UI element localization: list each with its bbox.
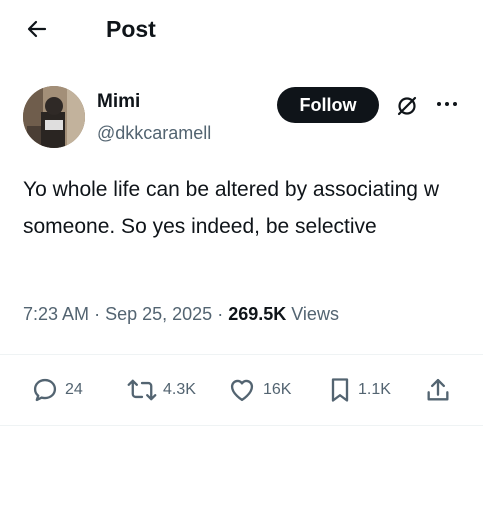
grok-button[interactable] (393, 92, 421, 120)
repost-button[interactable]: 4.3K (127, 374, 196, 406)
reply-button[interactable]: 24 (31, 374, 83, 406)
share-button[interactable] (424, 374, 452, 406)
bookmark-count: 1.1K (358, 381, 391, 398)
back-arrow-icon (27, 20, 47, 38)
views-count: 269.5K (228, 304, 287, 324)
post-text: Yo whole life can be altered by associat… (23, 178, 439, 238)
divider (0, 354, 483, 355)
action-bar: 24 4.3K 16K 1.1K (0, 368, 483, 412)
grok-icon (397, 96, 417, 116)
repost-count: 4.3K (163, 381, 196, 398)
meta-separator: · (94, 304, 106, 324)
avatar-image (23, 86, 85, 148)
repost-icon (127, 379, 157, 401)
bookmark-icon (331, 378, 349, 402)
like-count: 16K (263, 381, 292, 398)
author-handle[interactable]: @dkkcaramell (97, 121, 211, 145)
like-button[interactable]: 16K (227, 374, 291, 406)
reply-count: 24 (65, 381, 83, 398)
views-label: Views (291, 304, 339, 324)
page-title: Post (106, 16, 156, 42)
author-name[interactable]: Mimi (97, 90, 140, 114)
meta-separator: · (217, 304, 229, 324)
follow-button[interactable]: Follow (277, 87, 379, 123)
share-icon (427, 378, 449, 401)
like-icon (230, 379, 254, 402)
header: Post (0, 0, 483, 58)
divider (0, 425, 483, 426)
back-button[interactable] (20, 14, 54, 44)
post-date[interactable]: Sep 25, 2025 (105, 304, 212, 324)
post-time[interactable]: 7:23 AM (23, 304, 89, 324)
more-icon (437, 102, 457, 106)
bookmark-button[interactable]: 1.1K (328, 374, 391, 406)
avatar[interactable] (23, 86, 85, 148)
reply-icon (33, 378, 57, 402)
more-options-button[interactable] (433, 92, 461, 116)
post-meta: 7:23 AM · Sep 25, 2025 · 269.5K Views (23, 301, 339, 327)
